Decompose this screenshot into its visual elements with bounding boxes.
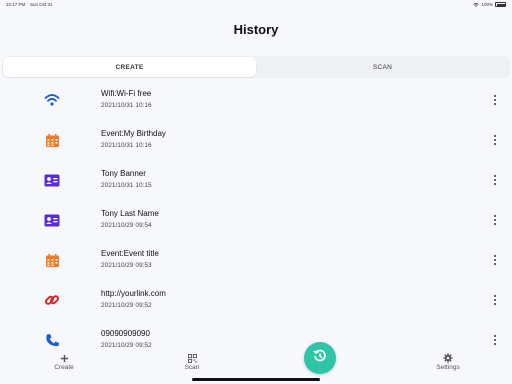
tab-bar-scan-label: Scan bbox=[184, 364, 200, 371]
battery-percent: 100% bbox=[481, 2, 493, 7]
list-item-title: Event:Event title bbox=[101, 249, 159, 258]
list-item-title: Event:My Birthday bbox=[101, 129, 166, 138]
home-indicator bbox=[192, 378, 320, 381]
more-options-button[interactable] bbox=[492, 294, 498, 306]
list-item-date: 2021/10/31 10:16 bbox=[101, 142, 152, 149]
calendar-icon bbox=[44, 252, 60, 268]
history-list: Wifi:Wi-Fi free 2021/10/31 10:16 Event:M… bbox=[0, 80, 512, 360]
page-title: History bbox=[233, 22, 279, 37]
list-item[interactable]: Wifi:Wi-Fi free 2021/10/31 10:16 bbox=[0, 80, 512, 120]
more-options-button[interactable] bbox=[492, 254, 498, 266]
link-icon bbox=[44, 292, 60, 308]
list-item-text: Event:Event title 2021/10/29 09:53 bbox=[101, 249, 159, 270]
qr-code-icon bbox=[187, 353, 197, 363]
list-item-text: Tony Banner 2021/10/31 10:15 bbox=[101, 169, 152, 190]
list-item-date: 2021/10/29 09:54 bbox=[101, 222, 152, 229]
list-item-text: 09090909090 2021/10/29 09:52 bbox=[101, 329, 152, 350]
list-item[interactable]: Tony Last Name 2021/10/29 09:54 bbox=[0, 200, 512, 240]
more-vertical-icon bbox=[494, 295, 496, 297]
tab-bar-create[interactable]: Create bbox=[34, 353, 94, 371]
calendar-icon bbox=[44, 132, 60, 148]
tab-bar-create-label: Create bbox=[54, 364, 74, 371]
contact-card-icon bbox=[44, 172, 60, 188]
list-item-date: 2021/10/29 09:52 bbox=[101, 302, 152, 309]
list-item[interactable]: http://yourlink.com 2021/10/29 09:52 bbox=[0, 280, 512, 320]
list-item-date: 2021/10/29 09:52 bbox=[101, 342, 152, 349]
more-vertical-icon bbox=[494, 175, 496, 177]
list-item-date: 2021/10/31 10:16 bbox=[101, 102, 152, 109]
list-item-title: Tony Last Name bbox=[101, 209, 159, 218]
list-item-text: Event:My Birthday 2021/10/31 10:16 bbox=[101, 129, 166, 150]
list-item[interactable]: Event:Event title 2021/10/29 09:53 bbox=[0, 240, 512, 280]
tab-scan[interactable]: SCAN bbox=[256, 57, 509, 77]
list-item-title: Wifi:Wi-Fi free bbox=[101, 89, 152, 98]
more-options-button[interactable] bbox=[492, 94, 498, 106]
list-item-title: 09090909090 bbox=[101, 329, 150, 338]
list-item-title: http://yourlink.com bbox=[101, 289, 166, 298]
list-item[interactable]: Event:My Birthday 2021/10/31 10:16 bbox=[0, 120, 512, 160]
more-vertical-icon bbox=[494, 255, 496, 257]
list-item-date: 2021/10/29 09:53 bbox=[101, 262, 152, 269]
more-options-button[interactable] bbox=[492, 334, 498, 346]
more-options-button[interactable] bbox=[492, 214, 498, 226]
list-item-text: Wifi:Wi-Fi free 2021/10/31 10:16 bbox=[101, 89, 152, 110]
history-fab-button[interactable] bbox=[304, 342, 336, 374]
more-options-button[interactable] bbox=[492, 134, 498, 146]
list-item-text: Tony Last Name 2021/10/29 09:54 bbox=[101, 209, 159, 230]
contact-card-icon bbox=[44, 212, 60, 228]
more-vertical-icon bbox=[494, 335, 496, 337]
wifi-icon bbox=[44, 92, 60, 108]
history-icon bbox=[313, 349, 327, 368]
list-item-title: Tony Banner bbox=[101, 169, 146, 178]
more-vertical-icon bbox=[494, 95, 496, 97]
more-vertical-icon bbox=[494, 135, 496, 137]
more-options-button[interactable] bbox=[492, 174, 498, 186]
status-bar: 10:17 PM Sun Oct 31 100% bbox=[0, 0, 512, 10]
gear-icon bbox=[443, 353, 453, 363]
plus-icon bbox=[59, 353, 69, 363]
status-date: Sun Oct 31 bbox=[30, 2, 53, 7]
status-time: 10:17 PM bbox=[6, 2, 26, 7]
list-item-text: http://yourlink.com 2021/10/29 09:52 bbox=[101, 289, 166, 310]
phone-icon bbox=[44, 332, 60, 348]
tab-bar-settings[interactable]: Settings bbox=[418, 353, 478, 371]
tab-create[interactable]: CREATE bbox=[3, 57, 256, 77]
tab-bar-settings-label: Settings bbox=[436, 364, 460, 371]
battery-icon bbox=[495, 2, 506, 7]
list-item-date: 2021/10/31 10:15 bbox=[101, 182, 152, 189]
status-indicators: 100% bbox=[473, 2, 506, 7]
wifi-status-icon bbox=[473, 2, 480, 7]
history-segmented-control: CREATE SCAN bbox=[2, 56, 510, 78]
list-item[interactable]: Tony Banner 2021/10/31 10:15 bbox=[0, 160, 512, 200]
more-vertical-icon bbox=[494, 215, 496, 217]
tab-bar-scan[interactable]: Scan bbox=[162, 353, 222, 371]
